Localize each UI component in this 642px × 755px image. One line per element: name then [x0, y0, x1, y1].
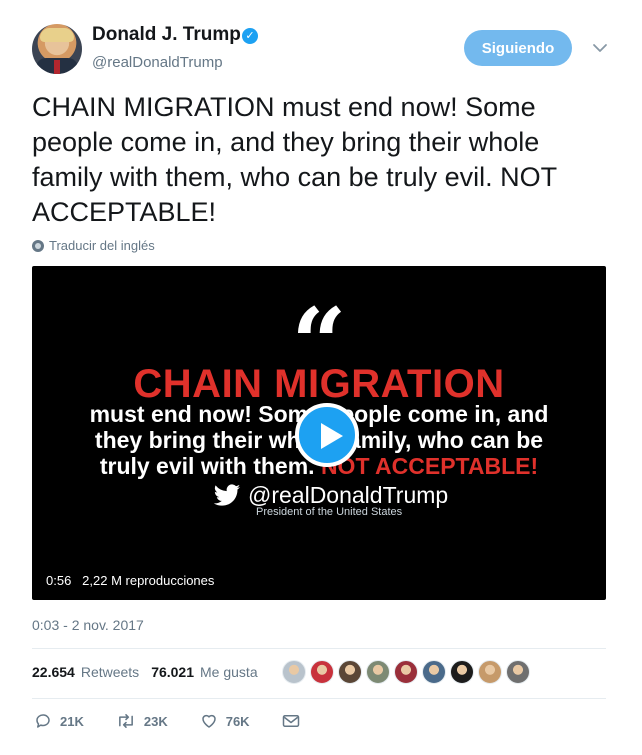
- tweet-actions: 21K 23K 76K: [34, 712, 332, 730]
- video-views: 2,22 M reproducciones: [82, 573, 215, 588]
- video-subtitle: President of the United States: [256, 506, 403, 518]
- reply-count: 21K: [60, 713, 84, 729]
- video-handle: @realDonaldTrump: [212, 482, 448, 509]
- like-count: 76K: [225, 713, 250, 729]
- liker-avatar[interactable]: [422, 660, 446, 684]
- engagement-stats: 22.654 Retweets 76.021 Me gusta: [32, 664, 258, 680]
- video-duration: 0:56: [46, 573, 72, 588]
- reply-button[interactable]: 21K: [34, 712, 84, 730]
- liker-avatar[interactable]: [506, 660, 530, 684]
- video-player[interactable]: “ CHAIN MIGRATION must end now! Some peo…: [32, 266, 606, 600]
- tweet-timestamp[interactable]: 0:03 - 2 nov. 2017: [32, 617, 144, 633]
- video-meta: 0:56 2,22 M reproducciones: [46, 573, 214, 588]
- author-handle[interactable]: @realDonaldTrump: [92, 54, 223, 71]
- video-handle-text: @realDonaldTrump: [248, 482, 449, 508]
- video-line-3-white: truly evil with them.: [99, 453, 321, 479]
- retweet-icon: [118, 714, 133, 728]
- play-button-icon[interactable]: [295, 403, 359, 467]
- author-name[interactable]: Donald J. Trump: [92, 24, 241, 46]
- heart-icon: [201, 714, 216, 728]
- retweet-count: 23K: [143, 713, 168, 729]
- likes-count[interactable]: 76.021: [151, 664, 194, 680]
- divider-bottom: [32, 698, 606, 699]
- like-button[interactable]: 76K: [200, 712, 250, 730]
- retweets-count[interactable]: 22.654: [32, 664, 75, 680]
- avatar-hair: [40, 28, 74, 42]
- liker-avatar[interactable]: [366, 660, 390, 684]
- chevron-down-icon[interactable]: [590, 38, 610, 58]
- liker-avatar[interactable]: [450, 660, 474, 684]
- envelope-icon: [282, 715, 299, 727]
- verified-badge-icon: ✓: [242, 28, 258, 44]
- divider-top: [32, 648, 606, 649]
- following-button[interactable]: Siguiendo: [464, 30, 572, 66]
- twitter-bird-icon: [213, 483, 241, 506]
- translate-label: Traducir del inglés: [49, 238, 155, 253]
- liker-avatar[interactable]: [478, 660, 502, 684]
- video-line-3-red: NOT ACCEPTABLE!: [320, 453, 539, 479]
- author-avatar[interactable]: [32, 24, 82, 74]
- likes-label[interactable]: Me gusta: [200, 664, 258, 680]
- reply-icon: [36, 714, 50, 728]
- liker-avatar[interactable]: [310, 660, 334, 684]
- liker-avatar[interactable]: [394, 660, 418, 684]
- retweet-button[interactable]: 23K: [116, 712, 168, 730]
- tweet-text: CHAIN MIGRATION must end now! Some peopl…: [32, 92, 557, 227]
- globe-icon: [32, 239, 44, 252]
- liker-avatar[interactable]: [338, 660, 362, 684]
- liker-avatar[interactable]: [282, 660, 306, 684]
- translate-link[interactable]: Traducir del inglés: [32, 238, 155, 253]
- liker-avatars: [282, 660, 530, 684]
- direct-message-button[interactable]: [282, 713, 300, 729]
- avatar-tie: [54, 60, 60, 74]
- retweets-label[interactable]: Retweets: [81, 664, 139, 680]
